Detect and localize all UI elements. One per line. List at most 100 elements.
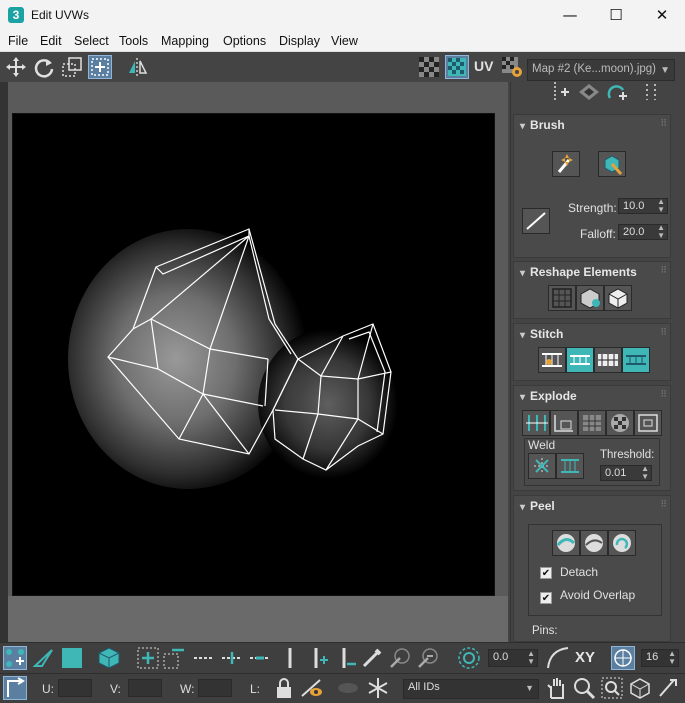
paint-select-shrink-icon[interactable] xyxy=(416,646,440,670)
uv-viewport[interactable] xyxy=(12,113,495,596)
spinner-arrows-icon[interactable]: ▲ ▼ xyxy=(641,465,649,481)
close-button[interactable]: ✕ xyxy=(639,0,685,31)
move-icon[interactable] xyxy=(4,55,28,79)
flatten-by-smoothing-icon[interactable] xyxy=(550,410,578,436)
quick-peel-icon[interactable] xyxy=(552,530,580,556)
snap-toggle-icon[interactable] xyxy=(656,676,680,700)
scale-icon[interactable] xyxy=(60,55,84,79)
w-field[interactable] xyxy=(198,679,232,697)
stitch-custom-icon[interactable] xyxy=(538,347,566,373)
straighten-selection-icon[interactable] xyxy=(548,285,576,311)
rollout-grip-icon[interactable]: ⠿ xyxy=(660,265,667,276)
menu-options[interactable]: Options xyxy=(223,34,266,48)
checker-stack-icon[interactable] xyxy=(577,82,601,104)
threshold-spinner[interactable]: 0.01 ▲ ▼ xyxy=(600,465,652,481)
weld-selected-icon[interactable] xyxy=(528,453,556,479)
break-icon[interactable] xyxy=(522,410,550,436)
menu-view[interactable]: View xyxy=(331,34,358,48)
edge-select-icon[interactable] xyxy=(32,646,56,670)
ring-select-icon[interactable] xyxy=(278,646,302,670)
avoid-overlap-checkbox[interactable]: ✔ xyxy=(540,592,552,604)
align-dots-icon[interactable] xyxy=(641,82,661,104)
map-settings-icon[interactable] xyxy=(500,55,524,79)
menu-mapping[interactable]: Mapping xyxy=(161,34,209,48)
explode-rollout-title[interactable]: Explode xyxy=(520,389,577,403)
falloff-curve-icon[interactable] xyxy=(546,646,570,670)
relax-until-flat-icon[interactable] xyxy=(576,285,604,311)
vertex-select-icon[interactable] xyxy=(3,646,27,670)
menu-display[interactable]: Display xyxy=(279,34,320,48)
grid-snap-icon[interactable] xyxy=(611,646,635,670)
flatten-checker-icon[interactable] xyxy=(606,410,634,436)
maximize-button[interactable]: ☐ xyxy=(593,0,639,31)
absolute-offset-icon[interactable] xyxy=(3,676,27,700)
map-select-dropdown[interactable]: Map #2 (Ke...moon).jpg) ▼ xyxy=(527,59,675,81)
rollout-grip-icon[interactable]: ⠿ xyxy=(660,499,667,510)
paint-move-icon[interactable] xyxy=(552,151,580,177)
rollout-grip-icon[interactable]: ⠿ xyxy=(660,118,667,129)
show-all-icon[interactable] xyxy=(336,676,360,700)
reshape-rollout-title[interactable]: Reshape Elements xyxy=(520,265,637,279)
menu-file[interactable]: File xyxy=(8,34,28,48)
brush-rollout-title[interactable]: Brush xyxy=(520,118,565,132)
paint-select-grow-icon[interactable] xyxy=(388,646,412,670)
flatten-by-material-icon[interactable] xyxy=(578,410,606,436)
freeze-icon[interactable] xyxy=(366,676,390,700)
align-vertical-icon[interactable] xyxy=(549,82,573,104)
menu-select[interactable]: Select xyxy=(74,34,109,48)
zoom-extents-icon[interactable] xyxy=(628,676,652,700)
material-id-select[interactable]: All IDs ▼ xyxy=(403,679,539,699)
flatten-by-polygon-angle-icon[interactable] xyxy=(634,410,662,436)
rollout-grip-icon[interactable]: ⠿ xyxy=(660,389,667,400)
loop-grow-icon[interactable] xyxy=(220,646,244,670)
pan-icon[interactable] xyxy=(544,676,568,700)
spinner-arrows-icon[interactable]: ▲ ▼ xyxy=(657,198,665,214)
strength-spinner[interactable]: 10.0 ▲ ▼ xyxy=(618,198,668,214)
zoom-icon[interactable] xyxy=(572,676,596,700)
loop-select-icon[interactable] xyxy=(192,646,216,670)
relax-custom-icon[interactable] xyxy=(604,285,632,311)
face-select-icon[interactable] xyxy=(60,646,84,670)
stitch-to-source-icon[interactable] xyxy=(566,347,594,373)
soft-selection-falloff-field[interactable]: 0.0 ▲ ▼ xyxy=(488,649,538,667)
peel-mode-icon[interactable] xyxy=(580,530,608,556)
rotate-icon[interactable] xyxy=(32,55,56,79)
falloff-space-xy[interactable]: XY xyxy=(575,649,595,666)
menu-tools[interactable]: Tools xyxy=(119,34,148,48)
checker-pattern-icon[interactable] xyxy=(417,55,441,79)
menu-edit[interactable]: Edit xyxy=(40,34,62,48)
zoom-region-icon[interactable] xyxy=(600,676,624,700)
minimize-button[interactable]: — xyxy=(547,0,593,31)
loop-shrink-icon[interactable] xyxy=(248,646,272,670)
mirror-icon[interactable] xyxy=(126,55,150,79)
uv-toggle[interactable]: UV xyxy=(474,58,493,74)
lock-icon[interactable] xyxy=(272,676,296,700)
reset-peel-icon[interactable] xyxy=(608,530,636,556)
show-map-icon[interactable] xyxy=(445,55,469,79)
spinner-arrows-icon[interactable]: ▲ ▼ xyxy=(657,224,665,240)
ring-grow-icon[interactable] xyxy=(306,646,330,670)
stitch-rollout-title[interactable]: Stitch xyxy=(520,327,563,341)
rollout-grip-icon[interactable]: ⠿ xyxy=(660,327,667,338)
peel-rollout-title[interactable]: Peel xyxy=(520,499,555,513)
shrink-selection-icon[interactable] xyxy=(162,646,186,670)
spinner-arrows-icon[interactable]: ▲ ▼ xyxy=(527,650,535,666)
relax-brush-icon[interactable] xyxy=(598,151,626,177)
weld-all-icon[interactable] xyxy=(556,453,584,479)
v-field[interactable] xyxy=(128,679,162,697)
hide-unhide-icon[interactable] xyxy=(300,676,324,700)
soft-selection-icon[interactable] xyxy=(457,646,481,670)
ring-shrink-icon[interactable] xyxy=(334,646,358,670)
paint-select-icon[interactable] xyxy=(360,646,384,670)
stitch-to-target-icon[interactable] xyxy=(622,347,650,373)
grow-selection-icon[interactable] xyxy=(136,646,160,670)
detach-checkbox[interactable]: ✔ xyxy=(540,567,552,579)
u-field[interactable] xyxy=(58,679,92,697)
falloff-spinner[interactable]: 20.0 ▲ ▼ xyxy=(618,224,668,240)
freeform-mode-icon[interactable] xyxy=(88,55,112,79)
brush-falloff-icon[interactable] xyxy=(522,208,550,234)
grid-size-field[interactable]: 16 ▲ ▼ xyxy=(641,649,679,667)
stitch-average-icon[interactable] xyxy=(594,347,622,373)
element-select-icon[interactable] xyxy=(97,646,121,670)
spinner-arrows-icon[interactable]: ▲ ▼ xyxy=(668,650,676,666)
